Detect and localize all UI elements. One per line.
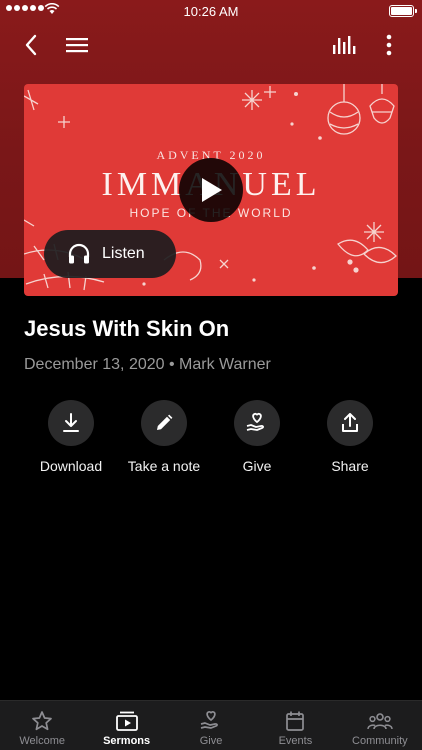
tab-sermons[interactable]: Sermons bbox=[84, 701, 168, 750]
headphones-icon bbox=[68, 243, 90, 264]
heart-hand-icon bbox=[246, 412, 264, 431]
star-icon bbox=[32, 711, 53, 731]
status-bar: 10:26 AM bbox=[0, 0, 422, 22]
tab-welcome-label: Welcome bbox=[19, 735, 66, 747]
tab-events[interactable]: Events bbox=[253, 701, 337, 750]
sermon-date-speaker: December 13, 2020 • Mark Warner bbox=[24, 356, 271, 373]
group-icon bbox=[367, 713, 393, 730]
take-note-label: Take a note bbox=[127, 458, 201, 474]
nav-bar bbox=[0, 26, 422, 62]
chevron-left-icon bbox=[25, 34, 37, 56]
tab-give[interactable]: Give bbox=[169, 701, 253, 750]
audio-button[interactable] bbox=[331, 32, 357, 58]
tab-community-label: Community bbox=[352, 735, 408, 747]
more-options-button[interactable] bbox=[376, 32, 402, 58]
download-icon bbox=[63, 413, 79, 432]
pencil-icon bbox=[157, 414, 173, 430]
sermon-actions: Download Take a note Give Share bbox=[24, 400, 398, 480]
play-stack-icon bbox=[115, 711, 138, 731]
battery-icon bbox=[389, 5, 417, 17]
play-button[interactable] bbox=[179, 158, 243, 222]
sermon-title: Jesus With Skin On bbox=[24, 316, 230, 341]
listen-button[interactable]: Listen bbox=[44, 230, 176, 278]
status-time: 10:26 AM bbox=[183, 4, 239, 19]
back-button[interactable] bbox=[18, 32, 44, 58]
listen-label: Listen bbox=[102, 245, 145, 262]
give-button[interactable]: Give bbox=[207, 400, 307, 474]
calendar-icon bbox=[286, 711, 305, 731]
hamburger-icon bbox=[66, 38, 88, 53]
heart-hand-icon bbox=[200, 711, 218, 729]
tab-welcome[interactable]: Welcome bbox=[0, 701, 84, 750]
tab-bar: Welcome Sermons Give Events Community bbox=[0, 700, 422, 750]
tab-community[interactable]: Community bbox=[338, 701, 422, 750]
more-vertical-icon bbox=[386, 34, 392, 56]
take-note-button[interactable]: Take a note bbox=[114, 400, 214, 474]
share-label: Share bbox=[331, 458, 369, 474]
share-button[interactable]: Share bbox=[300, 400, 400, 474]
play-icon bbox=[202, 178, 222, 202]
tab-events-label: Events bbox=[278, 735, 313, 747]
tab-sermons-label: Sermons bbox=[103, 735, 151, 747]
menu-button[interactable] bbox=[64, 32, 90, 58]
tab-give-label: Give bbox=[199, 735, 223, 747]
download-label: Download bbox=[39, 458, 103, 474]
equalizer-icon bbox=[333, 36, 356, 54]
give-label: Give bbox=[242, 458, 272, 474]
share-icon bbox=[342, 413, 358, 432]
download-button[interactable]: Download bbox=[21, 400, 121, 474]
